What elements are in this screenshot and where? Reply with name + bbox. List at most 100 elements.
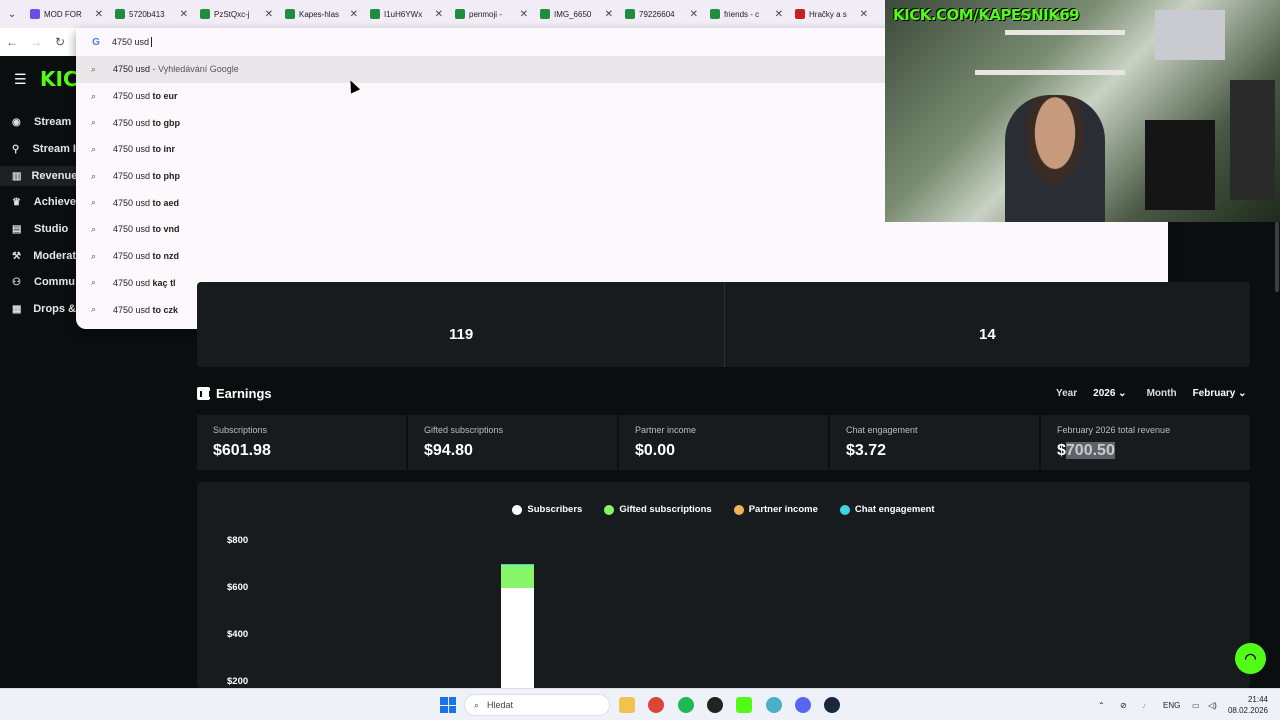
- sidebar-item[interactable]: ▤ Studio: [12, 219, 76, 239]
- close-icon[interactable]: ✕: [265, 9, 273, 20]
- browser-tab[interactable]: I1uH6YWx ✕: [364, 0, 449, 28]
- chart-legend: Subscribers Gifted subscriptions Partner i…: [197, 504, 1250, 515]
- sidebar-item[interactable]: ⚇ Commu: [12, 272, 76, 292]
- search-icon: ⌕: [91, 277, 97, 288]
- tab-favicon-icon: [285, 9, 295, 19]
- obs-icon[interactable]: [707, 697, 723, 713]
- menu-icon[interactable]: ☰: [14, 71, 27, 88]
- month-select[interactable]: February ⌄: [1186, 386, 1253, 401]
- sidebar-item-label: Moderat: [33, 250, 76, 262]
- close-icon[interactable]: ✕: [860, 9, 868, 20]
- legend-item[interactable]: Gifted subscriptions: [604, 504, 712, 515]
- browser-tab[interactable]: 5720b413 ✕: [109, 0, 194, 28]
- search-icon: ⌕: [91, 143, 97, 154]
- tab-favicon-icon: [625, 9, 635, 19]
- address-input[interactable]: 4750 usd: [112, 37, 149, 47]
- windows-taskbar: ⌕ Hledat ⌃ ⊘ ♪ ENG ▭ ◁) 21:44 08.02.2026: [0, 688, 1280, 720]
- browser-tab[interactable]: MOD FOR ✕: [24, 0, 109, 28]
- browser-tab[interactable]: penmoji - ✕: [449, 0, 534, 28]
- close-icon[interactable]: ✕: [520, 9, 528, 20]
- kick-sidebar: ☰ KICK ◉ Stream ⚲ Stream I ▥ Revenue ♛ Achieve ▤…: [0, 56, 93, 688]
- bar-segment[interactable]: [501, 587, 534, 688]
- sidebar-item[interactable]: ♛ Achieve: [12, 192, 76, 212]
- bar-segment[interactable]: [501, 565, 534, 588]
- browser-tab[interactable]: Kapes-hlas ✕: [279, 0, 364, 28]
- earnings-filters: Year 2026 ⌄ Month February ⌄: [1056, 386, 1253, 401]
- mic-icon[interactable]: ♪: [1142, 689, 1146, 720]
- search-icon: ⌕: [91, 304, 97, 315]
- tab-label: MOD FOR: [44, 9, 82, 19]
- forward-icon[interactable]: →: [24, 28, 48, 56]
- sidebar-item[interactable]: ▦ Drops &: [12, 299, 76, 319]
- file-explorer-icon[interactable]: [619, 697, 635, 713]
- browser-tab[interactable]: friends - c ✕: [704, 0, 789, 28]
- page-scrollbar[interactable]: [1274, 222, 1280, 688]
- studio-icon: ▤: [12, 223, 22, 235]
- close-icon[interactable]: ✕: [435, 9, 443, 20]
- year-label: Year: [1056, 388, 1078, 399]
- browser-tab[interactable]: IMG_6650 ✕: [534, 0, 619, 28]
- earnings-card: Chat engagement $3.72: [830, 415, 1039, 470]
- legend-item[interactable]: Subscribers: [512, 504, 582, 515]
- display-icon[interactable]: ▭: [1192, 689, 1200, 720]
- chrome-icon[interactable]: [648, 697, 664, 713]
- card-label: Gifted subscriptions: [424, 425, 504, 435]
- headset-icon[interactable]: ◠: [1235, 643, 1266, 674]
- close-icon[interactable]: ✕: [95, 9, 103, 20]
- browser-tab[interactable]: Hračky a s ✕: [789, 0, 874, 28]
- earnings-heading: Earnings: [197, 386, 272, 401]
- sidebar-item[interactable]: ▥ Revenue: [0, 166, 76, 186]
- sidebar-item[interactable]: ⚒ Moderat: [12, 246, 76, 266]
- close-icon[interactable]: ✕: [180, 9, 188, 20]
- search-icon: ⌕: [91, 223, 97, 234]
- link-icon: ⚲: [12, 143, 20, 155]
- discord-icon[interactable]: [795, 697, 811, 713]
- bar-segment[interactable]: [501, 564, 534, 566]
- tab-favicon-icon: [200, 9, 210, 19]
- start-icon[interactable]: [440, 697, 456, 713]
- earnings-card: Subscriptions $601.98: [197, 415, 406, 470]
- stats-panel: 119 14: [197, 282, 1250, 367]
- card-label: Partner income: [635, 425, 697, 435]
- trophy-icon: ♛: [12, 196, 21, 208]
- taskbar-search-placeholder: Hledat: [487, 700, 514, 710]
- stat-left-value: 119: [449, 326, 474, 343]
- close-icon[interactable]: ✕: [775, 9, 783, 20]
- browser-tab[interactable]: 79226604 ✕: [619, 0, 704, 28]
- volume-icon[interactable]: ◁): [1208, 689, 1217, 720]
- close-icon[interactable]: ✕: [350, 9, 358, 20]
- sidebar-item-label: Commu: [34, 276, 75, 288]
- app-icon[interactable]: [766, 697, 782, 713]
- tab-favicon-icon: [455, 9, 465, 19]
- close-icon[interactable]: ✕: [605, 9, 613, 20]
- legend-label: Subscribers: [527, 504, 583, 515]
- year-select[interactable]: 2026 ⌄: [1087, 386, 1133, 401]
- language-indicator[interactable]: ENG: [1163, 689, 1180, 720]
- reload-icon[interactable]: ↻: [48, 28, 72, 56]
- search-icon: ⌕: [91, 117, 97, 128]
- legend-item[interactable]: Chat engagement: [839, 504, 935, 515]
- browser-tab[interactable]: PzStQxc-j ✕: [194, 0, 279, 28]
- card-value: $0.00: [635, 442, 676, 459]
- sidebar-item[interactable]: ⚲ Stream I: [12, 139, 76, 159]
- tray-chevron-icon[interactable]: ⌃: [1098, 689, 1105, 720]
- steam-icon[interactable]: [824, 697, 840, 713]
- taskbar-search[interactable]: ⌕ Hledat: [464, 694, 610, 716]
- hammer-icon: ⚒: [12, 250, 21, 262]
- back-icon[interactable]: ←: [0, 28, 24, 56]
- taskbar-clock[interactable]: 21:44 08.02.2026: [1226, 694, 1268, 716]
- earnings-card: February 2026 total revenue $700.50: [1041, 415, 1250, 470]
- search-icon: ⌕: [91, 170, 97, 181]
- sidebar-item[interactable]: ◉ Stream: [12, 112, 76, 132]
- card-label: Chat engagement: [846, 425, 918, 435]
- close-icon[interactable]: ✕: [690, 9, 698, 20]
- tab-label: penmoji -: [469, 9, 502, 19]
- chart-icon: ▥: [12, 170, 22, 182]
- legend-item[interactable]: Partner income: [733, 504, 818, 515]
- network-off-icon[interactable]: ⊘: [1120, 689, 1127, 720]
- stream-icon: ◉: [12, 116, 21, 128]
- spotify-icon[interactable]: [678, 697, 694, 713]
- kick-app-icon[interactable]: [736, 697, 752, 713]
- tab-search-icon[interactable]: ⌄: [0, 0, 24, 28]
- omnibox-suggestion[interactable]: ⌕ 4750 usd to nzd: [76, 243, 1168, 270]
